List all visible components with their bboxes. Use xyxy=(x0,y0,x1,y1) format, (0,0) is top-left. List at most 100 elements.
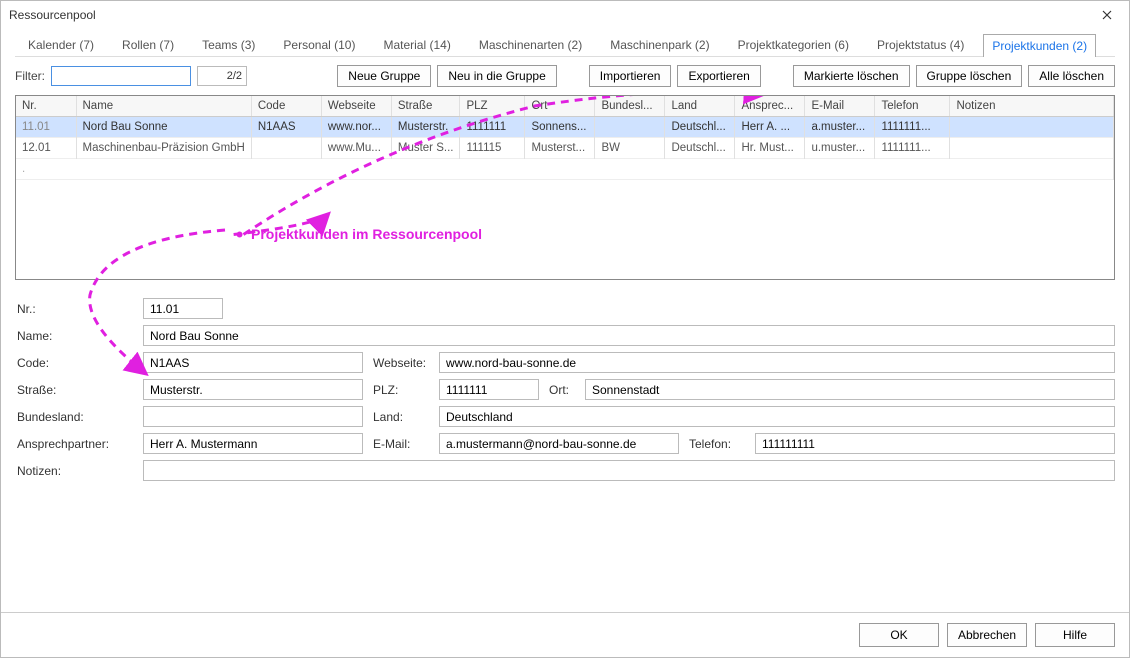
table-row[interactable]: 11.01Nord Bau SonneN1AASwww.nor...Muster… xyxy=(16,117,1114,138)
data-table: Nr. Name Code Webseite Straße PLZ Ort Bu… xyxy=(16,96,1114,180)
field-street[interactable] xyxy=(143,379,363,400)
cell-name: Maschinenbau-Präzision GmbH xyxy=(76,138,251,159)
col-email[interactable]: E-Mail xyxy=(805,96,875,117)
cell-plz: 111115 xyxy=(460,138,525,159)
table-row: . xyxy=(16,159,1114,180)
col-bundesland[interactable]: Bundesl... xyxy=(595,96,665,117)
titlebar: Ressourcenpool xyxy=(1,1,1129,29)
col-ansprech[interactable]: Ansprec... xyxy=(735,96,805,117)
cell-bundesland: BW xyxy=(595,138,665,159)
field-code[interactable] xyxy=(143,352,363,373)
cell-plz: 1111111 xyxy=(460,117,525,138)
lbl-email: E-Mail: xyxy=(371,437,431,451)
field-plz[interactable] xyxy=(439,379,539,400)
cancel-button[interactable]: Abbrechen xyxy=(947,623,1027,647)
import-button[interactable]: Importieren xyxy=(589,65,672,87)
col-name[interactable]: Name xyxy=(76,96,251,117)
cell-ort: Musterst... xyxy=(525,138,595,159)
close-button[interactable] xyxy=(1093,5,1121,25)
col-plz[interactable]: PLZ xyxy=(460,96,525,117)
tabs-bar: Kalender (7) Rollen (7) Teams (3) Personal … xyxy=(15,29,1115,57)
col-web[interactable]: Webseite xyxy=(321,96,391,117)
cell-street: Muster S... xyxy=(391,138,460,159)
ok-button[interactable]: OK xyxy=(859,623,939,647)
col-nr[interactable]: Nr. xyxy=(16,96,76,117)
col-notes[interactable]: Notizen xyxy=(950,96,1114,117)
content: Kalender (7) Rollen (7) Teams (3) Personal … xyxy=(1,29,1129,612)
help-button[interactable]: Hilfe xyxy=(1035,623,1115,647)
cell-street: Musterstr. xyxy=(391,117,460,138)
field-tel[interactable] xyxy=(755,433,1115,454)
window: Ressourcenpool Kalender (7) Rollen (7) Tea… xyxy=(0,0,1130,658)
delete-all-button[interactable]: Alle löschen xyxy=(1028,65,1115,87)
table-wrap: Nr. Name Code Webseite Straße PLZ Ort Bu… xyxy=(15,95,1115,280)
tab-rollen-7-[interactable]: Rollen (7) xyxy=(113,33,183,56)
new-group-button[interactable]: Neue Gruppe xyxy=(337,65,431,87)
field-ansprech[interactable] xyxy=(143,433,363,454)
filter-label: Filter: xyxy=(15,69,45,83)
lbl-land: Land: xyxy=(371,410,431,424)
cell-notes xyxy=(950,117,1114,138)
cell-land: Deutschl... xyxy=(665,138,735,159)
filter-input[interactable] xyxy=(51,66,191,86)
toolbar: Filter: 2/2 Neue Gruppe Neu in die Grupp… xyxy=(15,57,1115,95)
tab-kalender-7-[interactable]: Kalender (7) xyxy=(19,33,103,56)
field-name[interactable] xyxy=(143,325,1115,346)
tab-teams-3-[interactable]: Teams (3) xyxy=(193,33,264,56)
cell-code: N1AAS xyxy=(251,117,321,138)
cell-ort: Sonnens... xyxy=(525,117,595,138)
field-email[interactable] xyxy=(439,433,679,454)
cell-web: www.Mu... xyxy=(321,138,391,159)
tab-maschinenpark-2-[interactable]: Maschinenpark (2) xyxy=(601,33,718,56)
footer: OK Abbrechen Hilfe xyxy=(1,612,1129,657)
table-body: 11.01Nord Bau SonneN1AASwww.nor...Muster… xyxy=(16,117,1114,180)
lbl-plz: PLZ: xyxy=(371,383,431,397)
lbl-name: Name: xyxy=(15,329,135,343)
col-code[interactable]: Code xyxy=(251,96,321,117)
col-land[interactable]: Land xyxy=(665,96,735,117)
lbl-nr: Nr.: xyxy=(15,302,135,316)
tab-projektstatus-4-[interactable]: Projektstatus (4) xyxy=(868,33,973,56)
field-nr[interactable] xyxy=(143,298,223,319)
col-street[interactable]: Straße xyxy=(391,96,460,117)
detail-form: Nr.: Name: Code: Webseite: Straße: PLZ: … xyxy=(15,280,1115,481)
lbl-web: Webseite: xyxy=(371,356,431,370)
cell-bundesland xyxy=(595,117,665,138)
field-notes[interactable] xyxy=(143,460,1115,481)
count-display: 2/2 xyxy=(197,66,247,86)
cell-land: Deutschl... xyxy=(665,117,735,138)
delete-marked-button[interactable]: Markierte löschen xyxy=(793,65,910,87)
tab-material-14-[interactable]: Material (14) xyxy=(374,33,459,56)
cell-notes xyxy=(950,138,1114,159)
field-web[interactable] xyxy=(439,352,1115,373)
cell-name: Nord Bau Sonne xyxy=(76,117,251,138)
window-title: Ressourcenpool xyxy=(9,8,96,22)
close-icon xyxy=(1102,10,1112,20)
field-bundesland[interactable] xyxy=(143,406,363,427)
lbl-bundesland: Bundesland: xyxy=(15,410,135,424)
tab-maschinenarten-2-[interactable]: Maschinenarten (2) xyxy=(470,33,591,56)
cell-email: u.muster... xyxy=(805,138,875,159)
export-button[interactable]: Exportieren xyxy=(677,65,760,87)
lbl-tel: Telefon: xyxy=(687,437,747,451)
cell-email: a.muster... xyxy=(805,117,875,138)
col-ort[interactable]: Ort xyxy=(525,96,595,117)
lbl-street: Straße: xyxy=(15,383,135,397)
cell-ansprech: Hr. Must... xyxy=(735,138,805,159)
lbl-code: Code: xyxy=(15,356,135,370)
tab-personal-10-[interactable]: Personal (10) xyxy=(274,33,364,56)
cell-code xyxy=(251,138,321,159)
cell-nr: 11.01 xyxy=(16,117,76,138)
tab-projektkunden-2-[interactable]: Projektkunden (2) xyxy=(983,34,1096,57)
delete-group-button[interactable]: Gruppe löschen xyxy=(916,65,1023,87)
field-ort[interactable] xyxy=(585,379,1115,400)
cell-tel: 1111111... xyxy=(875,138,950,159)
table-row[interactable]: 12.01Maschinenbau-Präzision GmbHwww.Mu..… xyxy=(16,138,1114,159)
new-in-group-button[interactable]: Neu in die Gruppe xyxy=(437,65,556,87)
cell-ansprech: Herr A. ... xyxy=(735,117,805,138)
cell-tel: 1111111... xyxy=(875,117,950,138)
col-tel[interactable]: Telefon xyxy=(875,96,950,117)
tab-projektkategorien-6-[interactable]: Projektkategorien (6) xyxy=(729,33,858,56)
field-land[interactable] xyxy=(439,406,1115,427)
lbl-ansprech: Ansprechpartner: xyxy=(15,437,135,451)
